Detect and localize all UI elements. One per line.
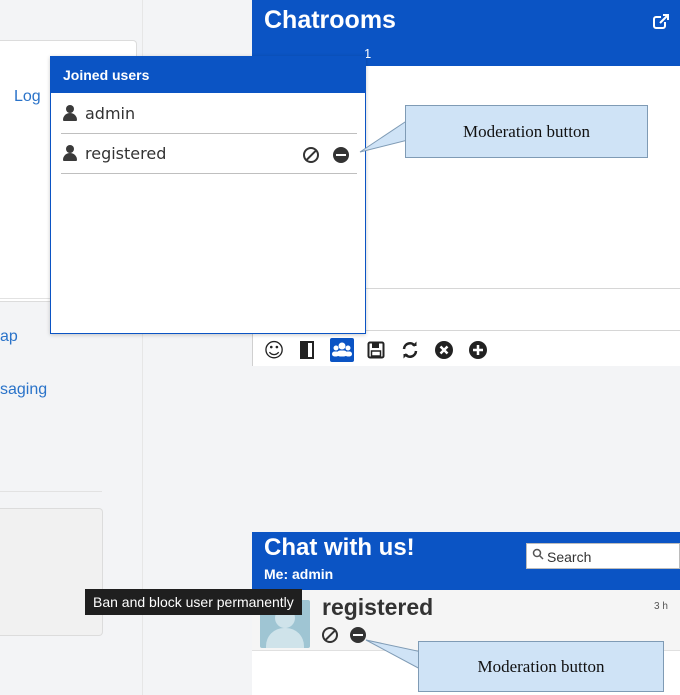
sitemap-link[interactable]: ap — [0, 328, 18, 346]
user-row-registered[interactable]: registered — [61, 135, 357, 174]
plus-circle-icon[interactable] — [466, 338, 490, 362]
chat-entry-name: registered — [322, 594, 434, 620]
search-input[interactable]: Search — [526, 543, 680, 569]
user-icon — [63, 145, 77, 161]
smiley-icon[interactable]: ☺ — [262, 338, 286, 362]
save-icon[interactable] — [364, 338, 388, 362]
ban-icon[interactable] — [322, 627, 338, 643]
chat-entry-time: 3 h — [654, 601, 668, 612]
chatrooms-header: Chatrooms — [252, 0, 680, 44]
user-icon — [63, 105, 77, 121]
user-row-admin[interactable]: admin — [61, 95, 357, 134]
callout-moderation-bottom: Moderation button — [418, 641, 664, 692]
chatrooms-toolbar: ☺ — [262, 336, 490, 364]
user-name: registered — [85, 144, 167, 163]
left-bottom-panel — [0, 508, 103, 636]
messaging-link[interactable]: saging — [0, 381, 47, 399]
ban-icon[interactable] — [303, 147, 319, 163]
chat-title: Chat with us! — [264, 534, 415, 561]
user-name: admin — [85, 104, 136, 123]
chatrooms-title: Chatrooms — [264, 6, 396, 34]
refresh-icon[interactable] — [398, 338, 422, 362]
external-link-icon[interactable] — [652, 9, 670, 29]
callout-pointer-top — [359, 119, 409, 153]
callout-moderation-top: Moderation button — [405, 105, 648, 158]
search-placeholder: Search — [547, 549, 592, 565]
current-user-label: Me: admin — [264, 566, 334, 582]
left-divider-2 — [0, 491, 102, 492]
joined-users-popup: Joined users admin registered — [50, 56, 366, 334]
close-circle-icon[interactable] — [432, 338, 456, 362]
joined-users-header: Joined users — [51, 57, 365, 93]
exit-door-icon[interactable] — [296, 338, 320, 362]
search-icon — [532, 548, 544, 563]
joined-users-title: Joined users — [63, 67, 150, 83]
login-link[interactable]: Log — [14, 88, 41, 106]
users-icon[interactable] — [330, 338, 354, 362]
chat-with-us-header: Chat with us! Me: admin Search — [252, 532, 680, 590]
ban-tooltip: Ban and block user permanently — [85, 589, 302, 615]
